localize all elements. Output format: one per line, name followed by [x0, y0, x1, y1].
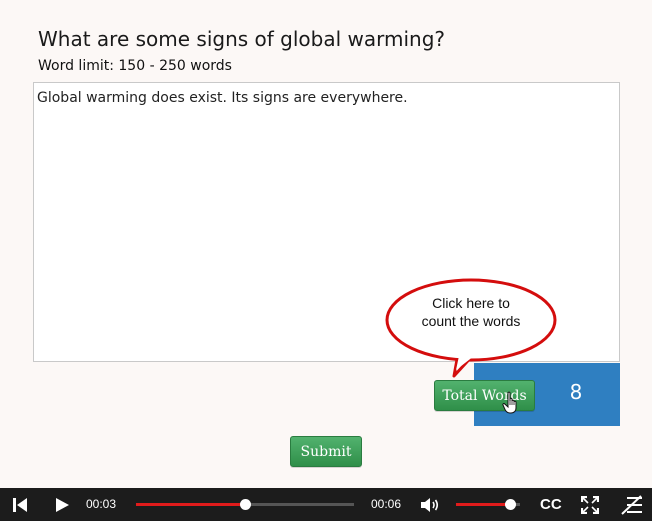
skip-back-button[interactable]	[12, 488, 28, 521]
volume-fill	[456, 503, 511, 506]
duration-time: 00:06	[371, 497, 402, 511]
progress-fill	[136, 503, 245, 506]
fullscreen-icon	[581, 495, 599, 514]
skip-back-icon	[13, 497, 27, 512]
volume-scrubber[interactable]	[505, 499, 517, 510]
submit-button[interactable]: Submit	[290, 436, 362, 467]
progress-scrubber[interactable]	[240, 499, 251, 510]
play-icon	[56, 497, 69, 512]
fullscreen-button[interactable]	[581, 488, 599, 521]
callout-bubble: Click here to count the words	[384, 278, 558, 378]
hand-cursor-icon	[502, 391, 517, 414]
captions-button[interactable]: CC	[540, 488, 562, 521]
menu-button[interactable]	[621, 488, 643, 521]
elapsed-time: 00:03	[86, 497, 117, 511]
volume-button[interactable]	[420, 488, 440, 521]
volume-icon	[421, 497, 439, 512]
play-button[interactable]	[54, 488, 70, 521]
callout-text: Click here to count the words	[421, 295, 521, 329]
word-limit-label: Word limit: 150 - 250 words	[38, 58, 232, 74]
video-player-bar: 00:03 00:06 CC	[0, 488, 652, 521]
word-count-value: 8	[569, 380, 583, 404]
menu-icon	[621, 494, 642, 515]
question-title: What are some signs of global warming?	[38, 27, 446, 51]
